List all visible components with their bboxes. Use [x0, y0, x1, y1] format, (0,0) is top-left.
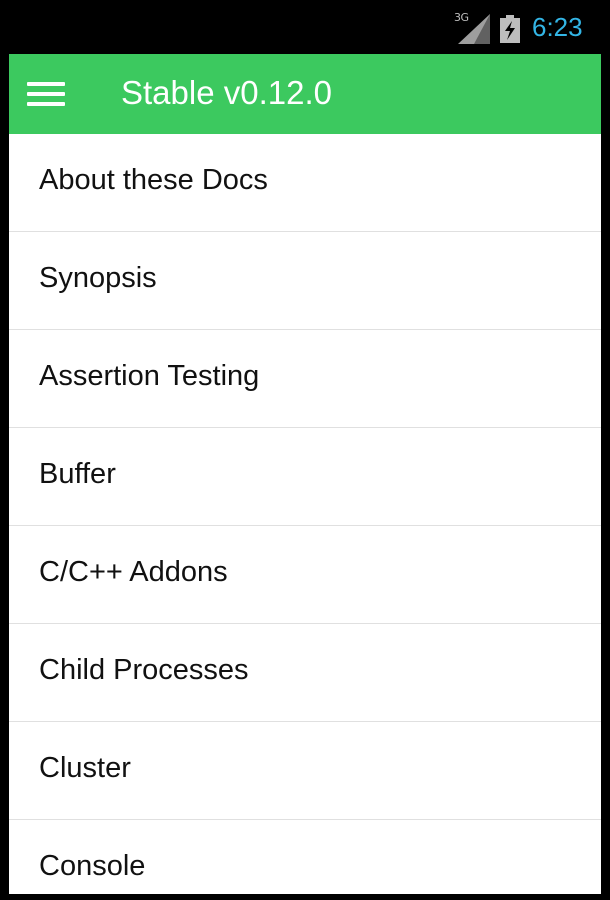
nav-list: About these Docs Synopsis Assertion Test… — [9, 134, 601, 894]
nav-item-label: Buffer — [39, 458, 116, 490]
menu-line — [27, 92, 65, 96]
app-window: Stable v0.12.0 About these Docs Synopsis… — [9, 54, 601, 894]
nav-item-c-cpp-addons[interactable]: C/C++ Addons — [9, 526, 601, 624]
nav-item-label: C/C++ Addons — [39, 556, 228, 588]
hamburger-menu-icon[interactable] — [21, 72, 71, 116]
nav-item-buffer[interactable]: Buffer — [9, 428, 601, 526]
status-bar: 3G 6:23 — [0, 0, 610, 54]
nav-item-child-processes[interactable]: Child Processes — [9, 624, 601, 722]
nav-item-label: About these Docs — [39, 164, 268, 196]
network-type-label: 3G — [454, 11, 469, 24]
app-title: Stable v0.12.0 — [121, 74, 332, 111]
nav-item-label: Synopsis — [39, 262, 157, 294]
menu-line — [27, 82, 65, 86]
nav-item-label: Assertion Testing — [39, 360, 260, 392]
status-time: 6:23 — [532, 12, 583, 42]
nav-item-label: Cluster — [39, 752, 131, 784]
app-bar: Stable v0.12.0 — [9, 54, 601, 134]
nav-item-label: Console — [39, 850, 146, 882]
menu-line — [27, 102, 65, 106]
nav-item-console[interactable]: Console — [9, 820, 601, 894]
battery-charging-icon — [500, 15, 520, 43]
nav-item-cluster[interactable]: Cluster — [9, 722, 601, 820]
nav-item-assertion-testing[interactable]: Assertion Testing — [9, 330, 601, 428]
nav-item-about-these-docs[interactable]: About these Docs — [9, 134, 601, 232]
nav-item-label: Child Processes — [39, 654, 249, 686]
nav-item-synopsis[interactable]: Synopsis — [9, 232, 601, 330]
